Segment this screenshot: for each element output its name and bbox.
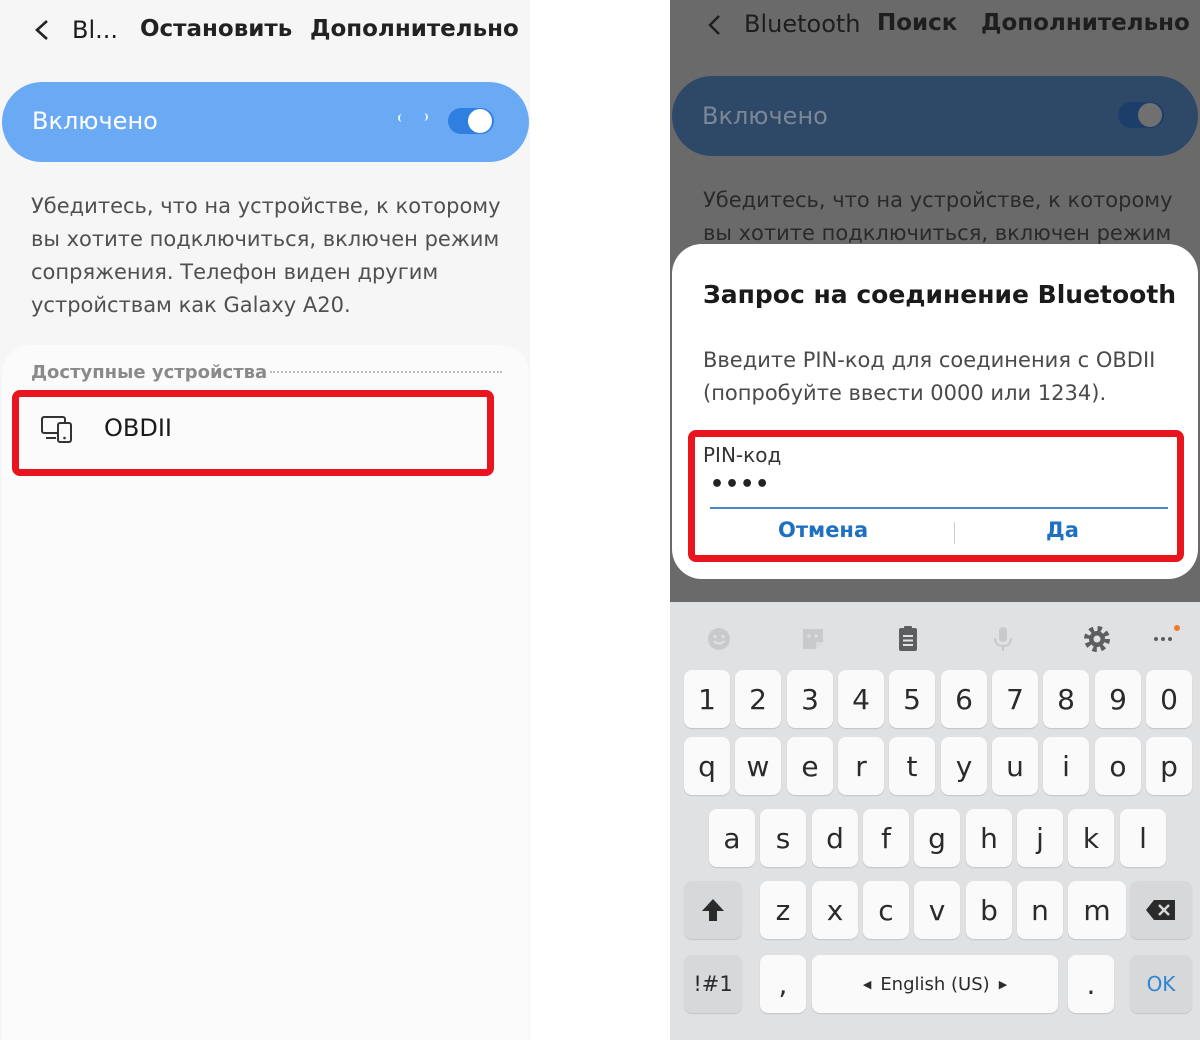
ok-key[interactable]: OK [1130, 955, 1192, 1013]
key-c[interactable]: c [863, 881, 909, 939]
key-o[interactable]: o [1095, 737, 1141, 795]
key-b[interactable]: b [966, 881, 1012, 939]
key-e[interactable]: e [787, 737, 833, 795]
key-y[interactable]: y [941, 737, 987, 795]
key-8[interactable]: 8 [1043, 670, 1089, 728]
space-key[interactable]: ◀ English (US) ▶ [812, 955, 1058, 1013]
key-p[interactable]: p [1146, 737, 1192, 795]
key-h[interactable]: h [966, 809, 1012, 867]
key-1[interactable]: 1 [684, 670, 730, 728]
key-u[interactable]: u [992, 737, 1038, 795]
key-z[interactable]: z [760, 881, 806, 939]
page-title: Bluetooth [744, 10, 861, 38]
toggle-label: Включено [32, 107, 158, 135]
bluetooth-switch [1118, 102, 1164, 128]
switch-knob [1138, 103, 1162, 127]
key-l[interactable]: l [1120, 809, 1166, 867]
key-d[interactable]: d [812, 809, 858, 867]
search-button: Поиск [877, 10, 958, 36]
space-language-label: English (US) [880, 973, 990, 995]
left-screen: Bl... Остановить Дополнительно Включено … [0, 0, 530, 1040]
key-9[interactable]: 9 [1095, 670, 1141, 728]
key-w[interactable]: w [735, 737, 781, 795]
more-button[interactable]: Дополнительно [310, 16, 519, 42]
key-r[interactable]: r [838, 737, 884, 795]
key-s[interactable]: s [760, 809, 806, 867]
key-5[interactable]: 5 [889, 670, 935, 728]
mic-icon[interactable] [988, 624, 1018, 654]
key-f[interactable]: f [863, 809, 909, 867]
emoji-icon[interactable] [704, 624, 734, 654]
clipboard-icon[interactable] [893, 624, 923, 654]
section-divider [270, 371, 502, 373]
period-key[interactable]: . [1068, 955, 1114, 1013]
key-q[interactable]: q [684, 737, 730, 795]
page-title: Bl... [72, 16, 119, 44]
scanning-spinner-icon [398, 114, 406, 122]
key-g[interactable]: g [914, 809, 960, 867]
available-devices-title: Доступные устройства [31, 362, 268, 383]
key-t[interactable]: t [889, 737, 935, 795]
backspace-key[interactable] [1130, 881, 1192, 939]
key-v[interactable]: v [914, 881, 960, 939]
key-6[interactable]: 6 [941, 670, 987, 728]
switch-knob [468, 109, 492, 133]
highlight-box [688, 430, 1184, 562]
key-a[interactable]: a [709, 809, 755, 867]
chevron-right-icon: ▶ [998, 977, 1008, 991]
right-screen: Bluetooth Поиск Дополнительно Включено У… [670, 0, 1200, 1040]
toggle-label: Включено [702, 102, 828, 130]
key-3[interactable]: 3 [787, 670, 833, 728]
key-k[interactable]: k [1068, 809, 1114, 867]
dialog-message: Введите PIN-код для соединения с OBDII (… [703, 348, 1156, 405]
key-x[interactable]: x [812, 881, 858, 939]
notification-dot [1174, 625, 1180, 631]
shift-key[interactable] [684, 881, 742, 939]
more-button: Дополнительно [981, 10, 1190, 36]
pairing-description: Убедитесь, что на устройстве, к которому… [31, 194, 501, 317]
key-i[interactable]: i [1043, 737, 1089, 795]
backspace-icon [1146, 900, 1175, 920]
comma-key[interactable]: , [760, 955, 806, 1013]
pairing-description: Убедитесь, что на устройстве, к которому… [703, 188, 1173, 245]
back-arrow-icon[interactable] [30, 16, 54, 44]
scanning-spinner-icon [420, 113, 428, 121]
app-header: Bl... Остановить Дополнительно [0, 0, 530, 62]
highlight-box [12, 390, 494, 476]
sticker-icon[interactable] [798, 624, 828, 654]
key-m[interactable]: m [1068, 881, 1126, 939]
key-7[interactable]: 7 [992, 670, 1038, 728]
key-n[interactable]: n [1017, 881, 1063, 939]
bluetooth-switch[interactable] [448, 108, 494, 134]
stop-button[interactable]: Остановить [140, 16, 292, 42]
symbols-key[interactable]: !#1 [684, 955, 742, 1013]
key-4[interactable]: 4 [838, 670, 884, 728]
chevron-left-icon: ◀ [862, 977, 872, 991]
dialog-title: Запрос на соединение Bluetooth [703, 280, 1177, 309]
gear-icon[interactable] [1082, 624, 1112, 654]
back-arrow-icon [708, 15, 720, 35]
key-j[interactable]: j [1017, 809, 1063, 867]
shift-icon [702, 899, 724, 921]
key-0[interactable]: 0 [1146, 670, 1192, 728]
key-2[interactable]: 2 [735, 670, 781, 728]
